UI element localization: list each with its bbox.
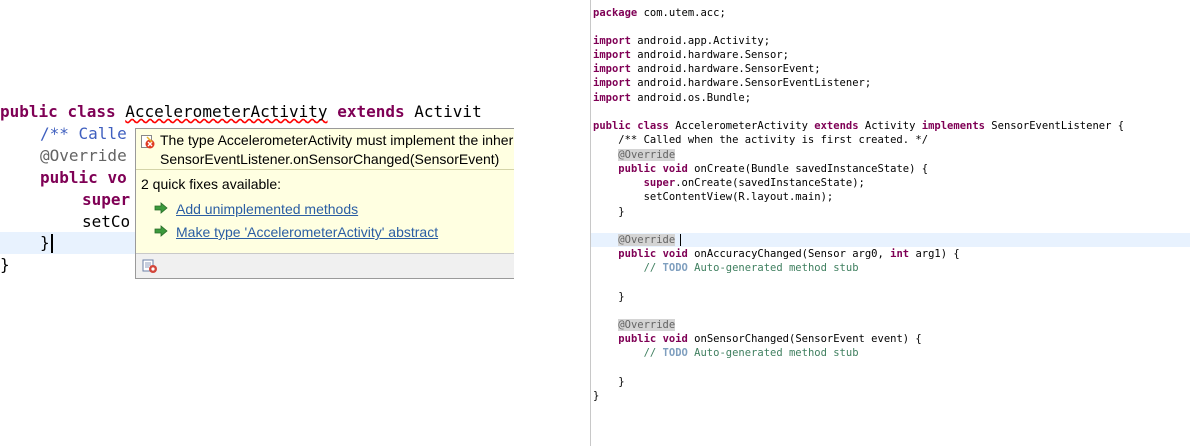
import-line: import android.hardware.SensorEventListe… bbox=[593, 76, 871, 90]
quick-fix-popup[interactable]: The type AccelerometerActivity must impl… bbox=[135, 128, 514, 279]
source-editor[interactable]: package com.utem.acc; import android.app… bbox=[590, 0, 1190, 446]
import-line: import android.hardware.Sensor; bbox=[593, 48, 789, 62]
keyword: public bbox=[593, 120, 631, 132]
popup-footer bbox=[136, 253, 514, 278]
keyword: extends bbox=[337, 102, 405, 121]
keyword: import bbox=[593, 77, 631, 89]
code-line: public class AccelerometerActivity exten… bbox=[0, 101, 482, 123]
error-message: The type AccelerometerActivity must impl… bbox=[136, 129, 514, 170]
interface-name: SensorEventListener { bbox=[984, 120, 1125, 132]
keyword: public bbox=[0, 102, 58, 121]
code-line: super.onCreate(savedInstanceState); bbox=[593, 176, 865, 190]
error-message-line1: The type AccelerometerActivity must impl… bbox=[160, 132, 514, 148]
override-annotation: @Override bbox=[618, 234, 676, 246]
comment-text: Auto-generated method stub bbox=[687, 262, 859, 274]
import-path: android.hardware.SensorEventListener; bbox=[630, 77, 872, 89]
closing-brace: } bbox=[593, 291, 625, 303]
comment-text: Auto-generated method stub bbox=[687, 347, 859, 359]
keyword: int bbox=[890, 248, 910, 260]
javadoc-comment: /** Called when the activity is first cr… bbox=[593, 134, 929, 146]
closing-brace: } bbox=[40, 233, 50, 252]
fix-link[interactable]: Add unimplemented methods bbox=[176, 201, 358, 217]
fix-count-label: 2 quick fixes available: bbox=[141, 176, 282, 192]
closing-brace: } bbox=[593, 390, 600, 402]
closing-brace: } bbox=[593, 376, 625, 388]
import-line: import android.os.Bundle; bbox=[593, 91, 751, 105]
keyword: import bbox=[593, 92, 631, 104]
keyword: void bbox=[662, 163, 688, 175]
keyword: implements bbox=[921, 120, 985, 132]
parent-class: Activit bbox=[414, 102, 482, 121]
method-signature: public void onCreate(Bundle savedInstanc… bbox=[593, 162, 928, 176]
annotation-line: @Override bbox=[593, 233, 676, 247]
parent-class: Activity bbox=[858, 120, 922, 132]
keyword: void bbox=[662, 248, 688, 260]
error-message-line2: SensorEventListener.onSensorChanged(Sens… bbox=[160, 151, 500, 167]
method-name: onAccuracyChanged(Sensor arg0, bbox=[687, 248, 891, 260]
method-name: onSensorChanged(SensorEvent event) { bbox=[687, 333, 922, 345]
text-caret bbox=[51, 234, 53, 253]
closing-brace: } bbox=[0, 255, 10, 274]
todo-tag: TODO bbox=[662, 262, 688, 274]
quickfix-icon bbox=[154, 225, 168, 237]
code-line: public vo bbox=[40, 167, 127, 189]
todo-tag: TODO bbox=[662, 347, 688, 359]
import-line: import android.app.Activity; bbox=[593, 34, 770, 48]
import-path: android.os.Bundle; bbox=[630, 92, 752, 104]
text-caret bbox=[680, 234, 681, 246]
method-signature: public void onSensorChanged(SensorEvent … bbox=[593, 332, 922, 346]
keyword: super bbox=[643, 177, 676, 189]
keyword: class bbox=[67, 102, 116, 121]
class-name: AccelerometerActivity bbox=[668, 120, 815, 132]
error-class-name[interactable]: AccelerometerActivity bbox=[125, 102, 327, 121]
import-path: android.hardware.Sensor; bbox=[630, 49, 789, 61]
method-name: onCreate(Bundle savedInstanceState) { bbox=[687, 163, 929, 175]
zoomed-editor[interactable]: public class AccelerometerActivity exten… bbox=[0, 0, 514, 446]
error-icon bbox=[141, 135, 155, 149]
todo-comment: // TODO Auto-generated method stub bbox=[593, 262, 859, 274]
class-declaration: public class AccelerometerActivity exten… bbox=[593, 119, 1124, 133]
current-line-highlight bbox=[0, 232, 135, 254]
override-annotation: @Override bbox=[40, 146, 127, 165]
javadoc-comment: /** Calle bbox=[40, 124, 127, 143]
keyword: class bbox=[637, 120, 669, 132]
import-path: android.hardware.SensorEvent; bbox=[630, 63, 821, 75]
keyword: import bbox=[593, 63, 631, 75]
method-params: arg1) { bbox=[909, 248, 960, 260]
closing-brace: } bbox=[593, 206, 625, 218]
keyword: public bbox=[40, 168, 98, 187]
keyword: public bbox=[618, 163, 657, 175]
method-signature: public void onAccuracyChanged(Sensor arg… bbox=[593, 247, 960, 261]
annotation-line: @Override bbox=[593, 318, 676, 332]
fix-make-abstract[interactable]: Make type 'AccelerometerActivity' abstra… bbox=[154, 224, 438, 240]
keyword: vo bbox=[107, 168, 127, 187]
quickfix-icon bbox=[154, 202, 168, 214]
todo-comment: // TODO Auto-generated method stub bbox=[593, 347, 859, 359]
import-path: android.app.Activity; bbox=[630, 35, 771, 47]
keyword: void bbox=[662, 333, 688, 345]
code-line: setContentView(R.layout.main); bbox=[593, 191, 834, 203]
import-line: import android.hardware.SensorEvent; bbox=[593, 62, 821, 76]
code-line: setCo bbox=[82, 212, 131, 231]
keyword: public bbox=[618, 248, 657, 260]
fix-add-unimplemented[interactable]: Add unimplemented methods bbox=[154, 201, 358, 217]
settings-icon[interactable] bbox=[142, 259, 158, 274]
call-text: .onCreate(savedInstanceState); bbox=[675, 177, 865, 189]
keyword: import bbox=[593, 49, 631, 61]
package-line: package com.utem.acc; bbox=[593, 6, 726, 20]
package-name: com.utem.acc; bbox=[637, 7, 726, 19]
super-keyword: super bbox=[82, 190, 131, 209]
annotation-line: @Override bbox=[593, 148, 676, 162]
keyword: package bbox=[593, 7, 638, 19]
fix-link[interactable]: Make type 'AccelerometerActivity' abstra… bbox=[176, 224, 438, 240]
keyword: extends bbox=[814, 120, 859, 132]
override-annotation: @Override bbox=[618, 319, 676, 331]
keyword: public bbox=[618, 333, 657, 345]
keyword: import bbox=[593, 35, 631, 47]
override-annotation: @Override bbox=[618, 149, 676, 161]
